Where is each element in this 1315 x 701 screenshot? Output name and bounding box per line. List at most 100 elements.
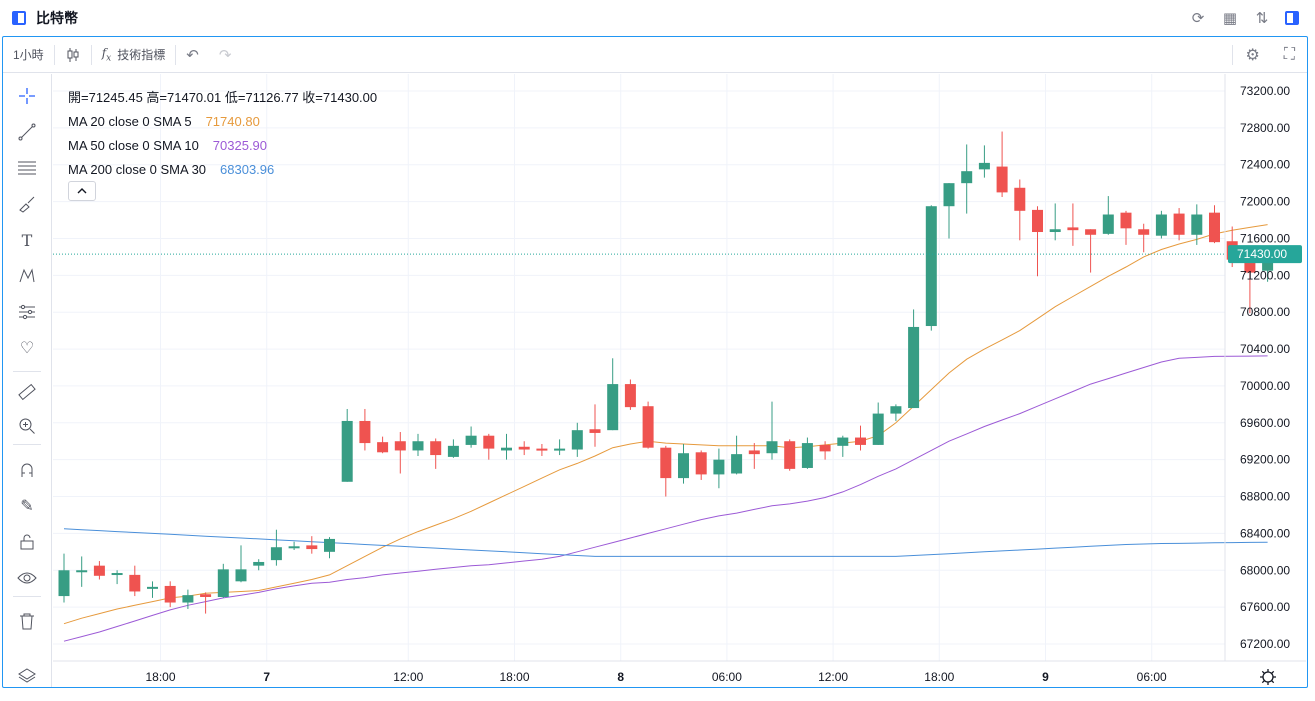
legend-collapse-button[interactable]: [68, 181, 96, 201]
candle: [1067, 203, 1079, 246]
candle: [731, 435, 743, 475]
candle-body: [624, 384, 636, 408]
candle-body: [872, 413, 884, 445]
candle: [1085, 229, 1097, 273]
ohlc-values: 開=71245.45 高=71470.01 低=71126.77 收=71430…: [68, 90, 378, 105]
candle-body: [731, 454, 743, 474]
candle-body: [1014, 187, 1026, 211]
candle: [306, 536, 318, 554]
candle-body: [412, 441, 424, 451]
candle-body: [678, 453, 689, 479]
ma1-label: MA 20 close 0 SMA 5: [68, 114, 192, 129]
x-tick-label: 06:00: [712, 670, 742, 684]
candle-body: [642, 406, 654, 448]
candle: [447, 439, 459, 458]
y-tick-label: 70000.00: [1240, 379, 1290, 393]
candle: [1049, 203, 1061, 241]
y-tick-label: 69200.00: [1240, 453, 1290, 467]
y-tick-label: 67600.00: [1240, 600, 1290, 614]
chart-legend: 開=71245.45 高=71470.01 低=71126.77 收=71430…: [68, 86, 377, 182]
y-tick-label: 73200.00: [1240, 84, 1290, 98]
candle-body: [784, 441, 796, 469]
candle: [58, 553, 70, 603]
x-tick-label: 18:00: [499, 670, 529, 684]
candle: [412, 433, 424, 456]
candle: [695, 450, 707, 480]
candle: [341, 408, 353, 482]
candle-body: [288, 546, 300, 549]
x-tick-label: 18:00: [145, 670, 175, 684]
candle-body: [111, 573, 123, 576]
candle-body: [996, 166, 1008, 193]
ma3-row[interactable]: MA 200 close 0 SMA 30 68303.96: [68, 158, 377, 182]
candle: [1209, 205, 1220, 244]
candle-body: [1120, 212, 1132, 229]
candle: [377, 436, 389, 454]
chevron-up-icon: [77, 188, 87, 194]
y-tick-label: 72800.00: [1240, 121, 1290, 135]
time-axis-settings-icon[interactable]: [1260, 669, 1276, 685]
candle: [164, 581, 176, 608]
ma3-label: MA 200 close 0 SMA 30: [68, 162, 207, 177]
candle: [200, 592, 212, 614]
candle-body: [182, 595, 194, 603]
candle-body: [978, 162, 990, 170]
candle: [837, 435, 849, 457]
candle-body: [748, 450, 760, 455]
candle-body: [943, 183, 955, 207]
candle-body: [430, 441, 442, 456]
candle-body: [1209, 212, 1220, 243]
candle-body: [819, 444, 831, 452]
ma2-label: MA 50 close 0 SMA 10: [68, 138, 199, 153]
candle-body: [306, 545, 318, 550]
x-tick-label: 9: [1042, 670, 1049, 684]
candle: [890, 404, 902, 421]
candle-body: [377, 442, 389, 453]
candle: [324, 537, 335, 559]
candle-body: [147, 586, 158, 589]
candle-body: [837, 437, 849, 446]
x-tick-label: 06:00: [1137, 670, 1167, 684]
candle: [217, 563, 229, 598]
ma1-row[interactable]: MA 20 close 0 SMA 5 71740.80: [68, 110, 377, 134]
candle-body: [554, 448, 566, 451]
candle: [554, 439, 566, 456]
candle: [394, 432, 406, 474]
candle-body: [359, 420, 371, 444]
ohlc-row: 開=71245.45 高=71470.01 低=71126.77 收=71430…: [68, 86, 377, 110]
candle: [660, 445, 672, 497]
candle: [908, 309, 920, 409]
ma2-value: 70325.90: [212, 138, 268, 153]
candle-body: [270, 547, 282, 561]
candle-body: [501, 447, 512, 451]
y-tick-label: 71200.00: [1240, 268, 1290, 282]
candle-body: [217, 569, 229, 597]
candle-body: [1049, 229, 1061, 233]
candle-body: [695, 452, 707, 475]
x-tick-label: 8: [617, 670, 624, 684]
candle-body: [1173, 213, 1185, 235]
ma2-row[interactable]: MA 50 close 0 SMA 10 70325.90: [68, 134, 377, 158]
candle: [270, 529, 282, 566]
candle-body: [465, 435, 477, 445]
candle: [801, 437, 813, 469]
candle-body: [766, 441, 778, 454]
candle-body: [253, 561, 265, 566]
candle-body: [324, 538, 335, 552]
candle-body: [518, 446, 530, 450]
candle: [624, 379, 636, 410]
candle: [76, 556, 88, 587]
x-tick-label: 18:00: [924, 670, 954, 684]
ma1-value: 71740.80: [205, 114, 260, 129]
candle-body: [961, 171, 973, 184]
candle: [872, 402, 884, 445]
candle-body: [76, 570, 88, 573]
candle-body: [536, 448, 548, 451]
candle: [430, 438, 442, 469]
y-tick-label: 67200.00: [1240, 637, 1290, 651]
candle-body: [571, 430, 583, 450]
candle: [359, 408, 371, 451]
y-tick-label: 68800.00: [1240, 490, 1290, 504]
candle: [288, 541, 300, 550]
candle-body: [1032, 209, 1043, 233]
